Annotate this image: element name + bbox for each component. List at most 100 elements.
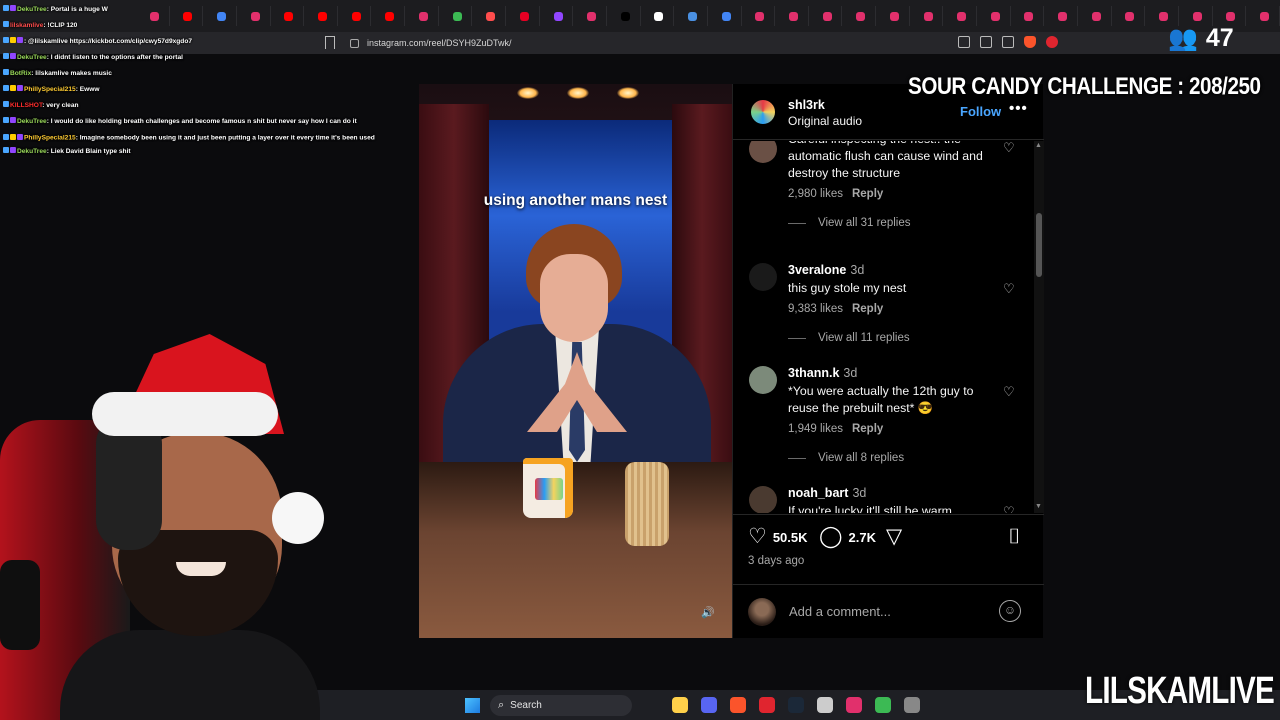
browser-tab[interactable] [645, 6, 675, 26]
browser-tab[interactable] [1082, 6, 1112, 26]
browser-tab[interactable] [510, 6, 540, 26]
taskbar-search[interactable]: ⌕ Search [490, 695, 632, 716]
chat-username[interactable]: DekuTree [17, 6, 47, 13]
more-options-icon[interactable]: ••• [1009, 100, 1028, 117]
browser-tab[interactable] [577, 6, 607, 26]
chat-username[interactable]: lilskamlive [10, 22, 43, 29]
taskbar-app-icon[interactable] [904, 697, 920, 713]
browser-tab[interactable] [678, 6, 708, 26]
scroll-down-icon[interactable]: ▼ [1035, 503, 1042, 510]
browser-tab[interactable] [1217, 6, 1247, 26]
browser-tab[interactable] [712, 6, 742, 26]
taskbar-app-icon[interactable] [730, 697, 746, 713]
author-avatar[interactable] [749, 98, 777, 126]
browser-tab[interactable] [1015, 6, 1045, 26]
browser-tab[interactable] [981, 6, 1011, 26]
brave-rewards-icon[interactable] [1046, 36, 1058, 48]
stage-light [567, 87, 589, 99]
browser-tab[interactable] [611, 6, 641, 26]
video-caption: using another mans nest [483, 192, 668, 209]
comments-list[interactable]: Careful inspecting the nest.. the automa… [733, 141, 1044, 513]
browser-tab[interactable] [914, 6, 944, 26]
chat-username[interactable]: BotRix [10, 70, 31, 77]
browser-tab[interactable] [746, 6, 776, 26]
taskbar-app-icon[interactable] [672, 697, 688, 713]
audio-label[interactable]: Original audio [788, 114, 862, 128]
view-replies-button[interactable]: View all 11 replies [788, 332, 910, 344]
browser-tab[interactable] [779, 6, 809, 26]
windows-start-icon[interactable] [465, 698, 480, 713]
brave-shields-icon[interactable] [1024, 36, 1036, 48]
browser-tab[interactable] [1116, 6, 1146, 26]
share-button[interactable]: ▽ [886, 526, 902, 548]
comment-like-heart-icon[interactable]: ♡ [1003, 141, 1017, 155]
commenter-avatar[interactable] [749, 366, 777, 394]
commenter-avatar[interactable] [749, 141, 777, 163]
save-button[interactable]: ⌷ [1008, 526, 1021, 548]
emoji-icon[interactable]: ☺ [999, 600, 1021, 622]
post-actions: ♡ 50.5K ◯ 2.7K ▽ ⌷ 3 days ago [733, 514, 1044, 584]
browser-tab[interactable] [1149, 6, 1179, 26]
comment-button[interactable]: ◯ 2.7K [819, 526, 876, 548]
commenter-username[interactable]: noah_bart 3d [788, 486, 866, 500]
browser-tab[interactable] [1183, 6, 1213, 26]
chat-username[interactable]: PhillySpecial215 [24, 86, 76, 93]
taskbar-app-icon[interactable] [759, 697, 775, 713]
comment-text: this guy stole my nest [788, 281, 907, 295]
tab-favicon-icon [1192, 11, 1202, 21]
browser-tab[interactable] [476, 6, 507, 26]
comment-likes[interactable]: 2,980 likes [788, 188, 843, 200]
author-username[interactable]: shl3rk [788, 98, 825, 112]
browser-tab[interactable] [1250, 6, 1280, 26]
reply-button[interactable]: Reply [852, 188, 883, 200]
comment-likes[interactable]: 9,383 likes [788, 303, 843, 315]
browser-tab[interactable] [813, 6, 843, 26]
browser-tab[interactable] [846, 6, 877, 26]
chat-message: DekuTree: Liek David Blain type shit [3, 144, 417, 160]
chat-username[interactable]: DekuTree [17, 148, 47, 155]
volume-icon[interactable]: 🔊 [701, 606, 715, 620]
commenter-avatar[interactable] [749, 263, 777, 291]
like-button[interactable]: ♡ 50.5K [748, 526, 808, 548]
taskbar-app-icon[interactable] [701, 697, 717, 713]
taskbar-app-icon[interactable] [788, 697, 804, 713]
browser-tab[interactable] [880, 6, 910, 26]
browser-tab[interactable] [544, 6, 574, 26]
scroll-up-icon[interactable]: ▲ [1035, 142, 1042, 149]
browser-tab[interactable] [1048, 6, 1078, 26]
reel-video[interactable]: using another mans nest 🔊 [419, 84, 732, 638]
taskbar-app-icon[interactable] [875, 697, 891, 713]
comments-scrollbar[interactable]: ▲ ▼ [1034, 141, 1044, 513]
scrollbar-thumb[interactable] [1036, 213, 1042, 277]
commenter-username[interactable]: 3thann.k 3d [788, 366, 857, 380]
commenter-username[interactable]: 3veralone 3d [788, 263, 864, 277]
comment-like-heart-icon[interactable]: ♡ [1003, 385, 1017, 399]
viewers-icon: 👥 [1168, 24, 1198, 52]
cast-icon[interactable] [958, 36, 970, 48]
reply-button[interactable]: Reply [852, 303, 883, 315]
chat-username[interactable]: PhillySpecial215 [24, 134, 76, 141]
taskbar-app-icon[interactable] [817, 697, 833, 713]
follow-button[interactable]: Follow [960, 104, 1001, 119]
comment-like-heart-icon[interactable]: ♡ [1003, 505, 1017, 514]
commenter-avatar[interactable] [749, 486, 777, 513]
chat-username[interactable]: DekuTree [17, 54, 47, 61]
comment-likes[interactable]: 1,949 likes [788, 423, 843, 435]
comment-like-heart-icon[interactable]: ♡ [1003, 282, 1017, 296]
chat-text: : @lilskamlive https://kickbot.com/clip/… [24, 38, 193, 46]
share-icon[interactable] [1002, 36, 1014, 48]
comment-count: 2.7K [848, 529, 876, 545]
comment-bubble-icon: ◯ [819, 525, 843, 548]
browser-tab[interactable] [443, 6, 473, 26]
add-comment-input[interactable]: Add a comment... [789, 604, 891, 619]
reply-button[interactable]: Reply [852, 423, 883, 435]
view-replies-button[interactable]: View all 8 replies [788, 452, 904, 464]
address-bar-actions [958, 36, 1058, 48]
chat-username[interactable]: KILLSHOT [10, 102, 42, 109]
taskbar-app-icon[interactable] [846, 697, 862, 713]
zoom-icon[interactable] [980, 36, 992, 48]
chat-badge-icon [10, 53, 16, 60]
view-replies-button[interactable]: View all 31 replies [788, 217, 910, 229]
chat-username[interactable]: DekuTree [17, 118, 47, 125]
browser-tab[interactable] [947, 6, 978, 26]
